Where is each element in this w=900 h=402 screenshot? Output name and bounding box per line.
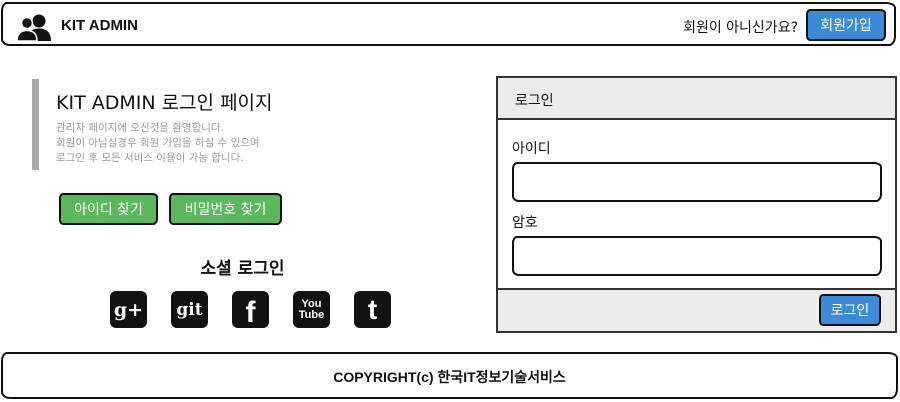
copyright-text: COPYRIGHT(c) 한국IT정보기술서비스 — [333, 369, 566, 385]
intro-line-2: 회원이 아닐실경우 회원 가입을 하실 수 있으며 — [56, 137, 260, 149]
not-member-text: 회원이 아니신가요? — [683, 20, 798, 36]
social-login-title: 소셜 로그인 — [200, 259, 285, 279]
tumblr-icon[interactable]: t — [354, 291, 391, 328]
password-label: 암호 — [512, 215, 538, 231]
intro-description: 관리자 페이지에 오신것을 환영합니다. 회원이 아닐실경우 회원 가입을 하실… — [56, 121, 260, 166]
users-icon — [17, 14, 51, 41]
login-button[interactable]: 로그인 — [819, 294, 881, 326]
git-glyph: git — [176, 299, 203, 320]
youtube-glyph: You Tube — [298, 297, 325, 321]
signup-button[interactable]: 회원가입 — [806, 9, 886, 41]
brand-title: KIT ADMIN — [61, 17, 138, 34]
login-panel: 로그인 아이디 암호 로그인 — [496, 76, 897, 333]
top-navbar: KIT ADMIN 회원이 아니신가요? 회원가입 — [1, 2, 896, 46]
id-label: 아이디 — [512, 141, 551, 157]
find-password-button[interactable]: 비밀번호 찾기 — [169, 193, 282, 225]
page-title: KIT ADMIN 로그인 페이지 — [56, 92, 273, 114]
page-footer: COPYRIGHT(c) 한국IT정보기술서비스 — [1, 352, 898, 399]
find-id-button[interactable]: 아이디 찾기 — [59, 193, 158, 225]
intro-line-3: 로그인 후 모든 서비스 이용이 가능 합니다. — [56, 152, 244, 164]
git-icon[interactable]: git — [171, 291, 208, 328]
password-field[interactable] — [512, 236, 882, 276]
intro-accent-bar — [32, 79, 39, 170]
tumblr-glyph: t — [367, 293, 378, 325]
youtube-icon[interactable]: You Tube — [293, 291, 330, 328]
facebook-glyph: f — [245, 295, 256, 329]
login-panel-title: 로그인 — [515, 93, 554, 109]
facebook-icon[interactable]: f — [232, 291, 269, 329]
id-field[interactable] — [512, 162, 882, 202]
google-plus-glyph: g+ — [113, 298, 144, 321]
google-plus-icon[interactable]: g+ — [110, 291, 147, 328]
login-panel-header: 로그인 — [498, 78, 895, 120]
login-panel-footer: 로그인 — [498, 288, 895, 331]
intro-line-1: 관리자 페이지에 오신것을 환영합니다. — [56, 122, 224, 134]
